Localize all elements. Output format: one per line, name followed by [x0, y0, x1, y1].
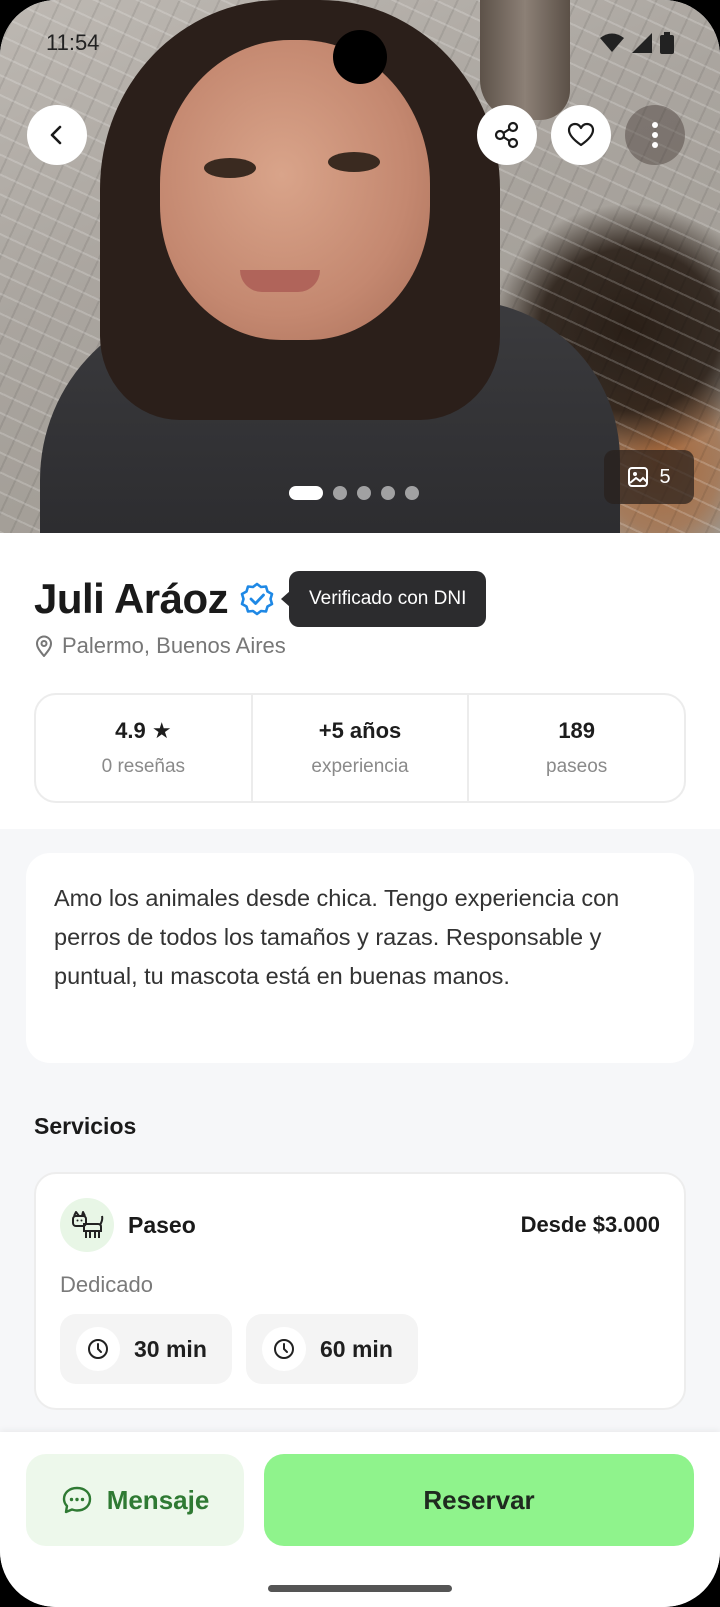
service-name: Paseo	[128, 1212, 196, 1238]
carousel-indicator	[289, 486, 419, 500]
status-time: 11:54	[46, 30, 100, 55]
location-pin-icon	[35, 635, 53, 657]
photo-count: 5	[659, 465, 671, 488]
carousel-dot[interactable]	[289, 486, 323, 500]
service-type: Dedicado	[60, 1272, 153, 1297]
profile-header: Juli Aráoz Verificado con DNI Palermo, B…	[0, 533, 720, 829]
signal-icon	[632, 33, 652, 53]
verified-tooltip: Verificado con DNI	[280, 571, 487, 627]
more-options-button[interactable]	[625, 105, 685, 165]
bottom-action-bar: Mensaje Reservar	[0, 1432, 720, 1607]
book-button[interactable]: Reservar	[264, 1454, 694, 1546]
screen: 11:54 5 Juli Aráoz Verificado con DNI Pa…	[0, 0, 720, 1607]
carousel-dot[interactable]	[357, 486, 371, 500]
photo-count-badge[interactable]: 5	[604, 450, 694, 504]
location-text: Palermo, Buenos Aires	[62, 633, 286, 658]
stat-label: paseos	[546, 756, 608, 777]
bio-card: Amo los animales desde chica. Tengo expe…	[26, 853, 694, 1063]
carousel-dot[interactable]	[333, 486, 347, 500]
share-button[interactable]	[477, 105, 537, 165]
stat-label: experiencia	[311, 756, 409, 777]
stat-value: +5 años	[318, 718, 402, 743]
home-indicator[interactable]	[268, 1585, 452, 1592]
clock-icon	[262, 1327, 306, 1371]
gallery-icon	[628, 467, 649, 487]
profile-photo-carousel[interactable]: 11:54 5	[0, 0, 720, 533]
stat-value: 189	[558, 718, 596, 743]
duration-label: 60 min	[320, 1335, 393, 1362]
duration-chip-30[interactable]: 30 min	[60, 1314, 232, 1384]
front-camera	[333, 30, 387, 84]
back-button[interactable]	[27, 105, 87, 165]
services-title: Servicios	[34, 1113, 137, 1139]
walker-name: Juli Aráoz	[34, 575, 229, 622]
status-bar: 11:54	[0, 0, 720, 86]
message-label: Mensaje	[106, 1484, 210, 1515]
book-label: Reservar	[423, 1484, 535, 1515]
wifi-icon	[600, 33, 624, 52]
carousel-dot[interactable]	[405, 486, 419, 500]
more-vertical-icon	[652, 122, 658, 148]
stat-label: 0 reseñas	[101, 756, 186, 777]
duration-label: 30 min	[134, 1335, 207, 1362]
clock-icon	[76, 1327, 120, 1371]
chat-bubble-icon	[62, 1486, 91, 1514]
duration-chip-60[interactable]: 60 min	[246, 1314, 418, 1384]
status-icons	[600, 32, 674, 54]
verified-badge-icon[interactable]	[240, 582, 274, 616]
duration-options: 30 min 60 min	[60, 1314, 418, 1384]
stat-rating[interactable]: 4.9 ★ 0 reseñas	[36, 695, 251, 801]
message-button[interactable]: Mensaje	[26, 1454, 244, 1546]
share-icon	[494, 121, 519, 149]
service-price: Desde $3.000	[520, 1212, 660, 1237]
battery-icon	[660, 32, 674, 54]
stats-card: 4.9 ★ 0 reseñas +5 años experiencia 189 …	[34, 693, 686, 803]
favorite-button[interactable]	[551, 105, 611, 165]
stat-experience: +5 años experiencia	[250, 695, 468, 801]
location: Palermo, Buenos Aires	[34, 633, 286, 659]
dog-icon	[60, 1198, 114, 1252]
stat-value: 4.9 ★	[115, 718, 172, 743]
service-card-paseo[interactable]: Paseo Desde $3.000 Dedicado 30 min 60 mi…	[34, 1172, 686, 1410]
heart-icon	[567, 122, 595, 147]
stat-walks: 189 paseos	[467, 695, 684, 801]
chevron-left-icon	[50, 125, 62, 145]
carousel-dot[interactable]	[381, 486, 395, 500]
